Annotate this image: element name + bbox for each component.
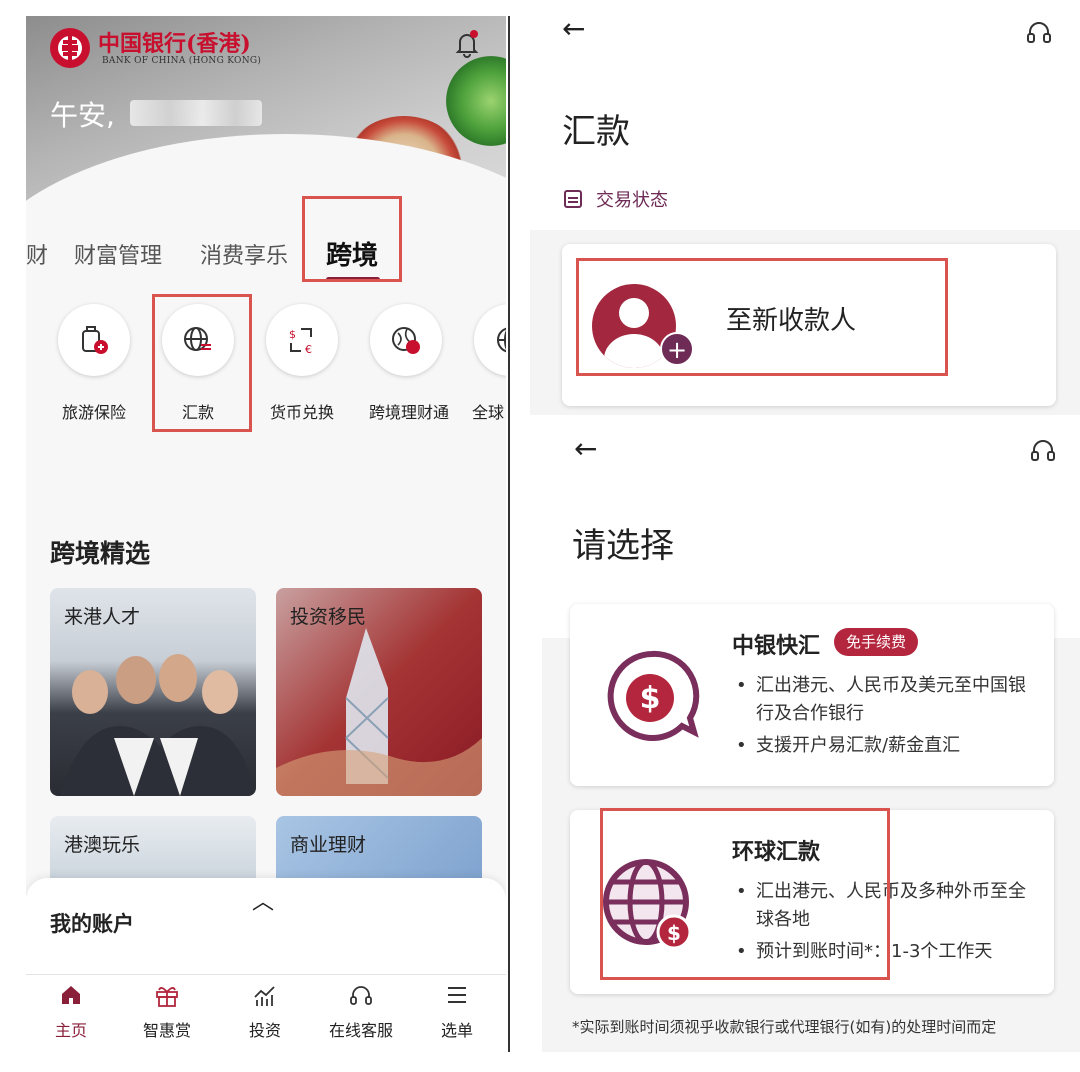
highlight-box-tab: [302, 196, 402, 282]
global-button[interactable]: [474, 304, 506, 376]
gift-icon: [122, 983, 212, 1013]
choose-service-screen: ← 请选择 $ 中银快汇 免手续费 汇出港元、人民币及美元至中国银行及合作银行 …: [542, 418, 1080, 1052]
home-screen: 中国银行(香港) BANK OF CHINA (HONG KONG) 午安, 财…: [26, 16, 506, 1052]
back-arrow-icon[interactable]: ←: [562, 12, 585, 45]
nav-label: 投资: [248, 1021, 281, 1040]
boc-logo-icon: [50, 28, 90, 68]
cross-border-wmc-label: 跨境理财通: [368, 403, 449, 422]
nav-online-service[interactable]: 在线客服: [316, 983, 406, 1041]
globe-icon: [497, 327, 506, 353]
home-icon: [26, 983, 116, 1013]
svg-text:$: $: [640, 681, 661, 716]
hero-banner: 中国银行(香港) BANK OF CHINA (HONG KONG) 午安,: [26, 16, 506, 201]
calendar-icon: [564, 190, 582, 208]
greeting-text: 午安,: [50, 99, 115, 132]
boc-express-option[interactable]: $ 中银快汇 免手续费 汇出港元、人民币及美元至中国银行及合作银行 支援开户易汇…: [570, 604, 1054, 786]
nav-label: 选单: [440, 1021, 473, 1040]
my-account-title: 我的账户: [50, 912, 134, 936]
chart-icon: [220, 983, 310, 1013]
cross-border-wmc-button[interactable]: [370, 304, 442, 376]
featured-card-label: 来港人才: [64, 606, 141, 628]
panel-divider: [508, 16, 510, 1052]
highlight-box-remittance: [152, 294, 252, 432]
featured-card-talent[interactable]: 来港人才: [50, 588, 256, 796]
nav-label: 在线客服: [328, 1021, 393, 1040]
logo-chinese: 中国银行(香港): [98, 31, 251, 57]
headset-icon[interactable]: [1024, 18, 1054, 48]
tab-wealth-partial[interactable]: 财: [26, 238, 48, 270]
nav-home[interactable]: 主页: [26, 983, 116, 1041]
nav-investment[interactable]: 投资: [220, 983, 310, 1041]
featured-card-leisure[interactable]: 港澳玩乐: [50, 816, 256, 886]
remittance-screen: ← 汇款 交易状态 + 至新收款人: [530, 0, 1080, 415]
headset-icon: [316, 983, 406, 1013]
page-title: 请选择: [572, 526, 674, 566]
tab-lifestyle[interactable]: 消费享乐: [200, 238, 288, 270]
back-arrow-icon[interactable]: ←: [574, 432, 597, 465]
travel-insurance-label: 旅游保险: [61, 403, 126, 422]
notification-dot: [470, 30, 478, 38]
highlight-box-global-remittance: [600, 808, 890, 980]
currency-exchange-label: 货币兑换: [269, 403, 334, 422]
featured-card-business[interactable]: 商业理财: [276, 816, 482, 886]
featured-card-investment[interactable]: 投资移民: [276, 588, 482, 796]
featured-card-label: 港澳玩乐: [64, 834, 141, 856]
luggage-icon: [82, 326, 108, 354]
blurred-username: [130, 100, 262, 126]
highlight-box-new-payee: [576, 258, 948, 376]
tab-wealth-management[interactable]: 财富管理: [74, 238, 162, 270]
section-title-cross-border: 跨境精选: [50, 539, 151, 568]
transaction-status-link[interactable]: 交易状态: [596, 186, 668, 212]
option-bullet: 汇出港元、人民币及美元至中国银行及合作银行: [736, 672, 1036, 728]
dollar-chat-icon: $: [607, 650, 700, 741]
travel-insurance-button[interactable]: [58, 304, 130, 376]
svg-text:$: $: [289, 328, 296, 341]
bottom-nav: 主页 智惠赏 投资 在线客服 选单: [26, 974, 506, 1052]
category-tabs: 财 财富管理 消费享乐 跨境: [26, 226, 506, 282]
globe-money-icon: [392, 327, 420, 354]
featured-card-label: 投资移民: [290, 606, 367, 628]
my-account-sheet[interactable]: ︿ 我的账户: [26, 878, 506, 978]
featured-card-label: 商业理财: [290, 834, 367, 856]
global-label: 全球: [472, 403, 505, 422]
svg-text:€: €: [305, 343, 312, 356]
nav-rewards[interactable]: 智惠赏: [122, 983, 212, 1041]
nav-menu[interactable]: 选单: [412, 983, 502, 1041]
headset-icon[interactable]: [1028, 436, 1058, 466]
footnote-text: *实际到账时间须视乎收款银行或代理银行(如有)的处理时间而定: [572, 1018, 997, 1036]
menu-icon: [412, 983, 502, 1013]
option-title: 中银快汇: [732, 634, 821, 659]
page-title: 汇款: [562, 112, 630, 152]
plant-image: [446, 56, 506, 146]
currency-exchange-icon: $ €: [289, 328, 312, 356]
chevron-up-icon[interactable]: ︿: [252, 884, 274, 916]
nav-label: 智惠赏: [142, 1021, 191, 1040]
free-fee-badge: 免手续费: [834, 628, 919, 656]
logo-english: BANK OF CHINA (HONG KONG): [102, 56, 262, 66]
option-bullet: 支援开户易汇款/薪金直汇: [736, 732, 1036, 760]
currency-exchange-button[interactable]: $ €: [266, 304, 338, 376]
nav-label: 主页: [54, 1021, 87, 1040]
